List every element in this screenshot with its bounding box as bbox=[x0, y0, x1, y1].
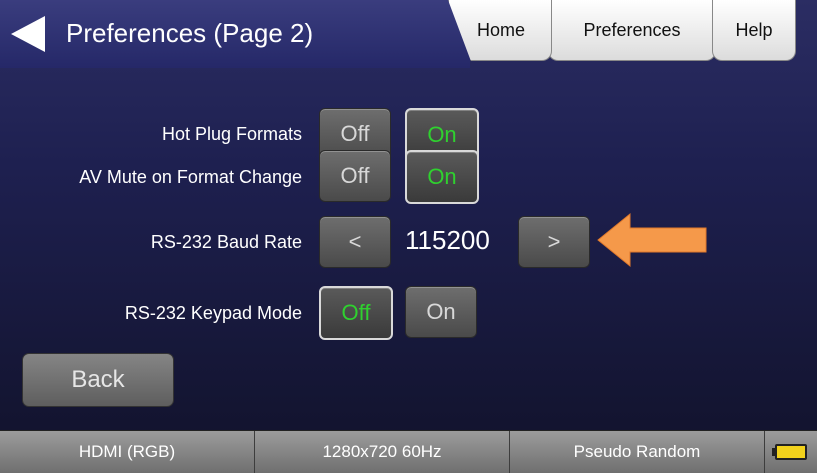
baud-rate-label: RS-232 Baud Rate bbox=[150, 232, 302, 252]
left-arrow-annotation-icon bbox=[597, 212, 707, 268]
keypad-mode-label: RS-232 Keypad Mode bbox=[124, 303, 302, 323]
header: Preferences (Page 2) Home Preferences He… bbox=[0, 0, 817, 68]
tab-preferences[interactable]: Preferences bbox=[548, 0, 716, 61]
tab-home[interactable]: Home bbox=[448, 0, 552, 61]
status-test-pattern: Pseudo Random bbox=[510, 431, 765, 473]
page-title: Preferences (Page 2) bbox=[66, 18, 314, 48]
hot-plug-formats-label: Hot Plug Formats bbox=[161, 124, 302, 144]
keypad-on-button[interactable]: On bbox=[405, 286, 477, 338]
baud-rate-increase-button[interactable]: > bbox=[518, 216, 590, 268]
tab-bar: Home Preferences Help bbox=[448, 0, 796, 62]
battery-indicator bbox=[765, 431, 817, 473]
keypad-off-button[interactable]: Off bbox=[319, 286, 393, 340]
device-screen: Preferences (Page 2) Home Preferences He… bbox=[0, 0, 817, 473]
baud-rate-decrease-button[interactable]: < bbox=[319, 216, 391, 268]
av-mute-off-button[interactable]: Off bbox=[319, 150, 391, 202]
av-mute-label: AV Mute on Format Change bbox=[79, 167, 302, 187]
title-bar: Preferences (Page 2) bbox=[0, 0, 470, 68]
tab-help[interactable]: Help bbox=[712, 0, 796, 61]
status-resolution: 1280x720 60Hz bbox=[255, 431, 510, 473]
av-mute-on-button[interactable]: On bbox=[405, 150, 479, 204]
status-video-format: HDMI (RGB) bbox=[0, 431, 255, 473]
back-button[interactable]: Back bbox=[22, 353, 174, 407]
status-bar: HDMI (RGB) 1280x720 60Hz Pseudo Random bbox=[0, 430, 817, 473]
battery-icon bbox=[772, 444, 807, 460]
back-arrow-icon[interactable] bbox=[11, 16, 45, 52]
baud-rate-value: 115200 bbox=[405, 225, 490, 255]
